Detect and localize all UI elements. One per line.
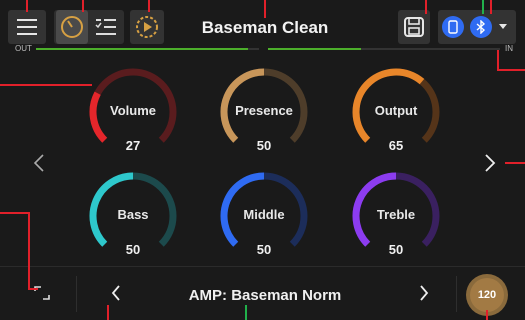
knob-value: 50 [125,242,141,257]
page-next-icon[interactable] [484,153,496,173]
knob-label: Volume [110,103,156,118]
annotation-marker [28,288,38,290]
annotation-marker [497,69,525,71]
amp-prev-icon[interactable] [111,284,121,302]
knob-value: 65 [388,138,404,153]
amp-next-icon[interactable] [419,284,429,302]
knob-bass[interactable]: Bass 50 [88,171,178,261]
bluetooth-icon [476,20,486,34]
knob-value: 50 [388,242,404,257]
annotation-marker [505,162,525,164]
menu-button[interactable] [8,10,46,44]
phone-icon [448,20,458,34]
annotation-marker [245,305,247,320]
meter-in-fill [268,48,361,50]
annotation-marker [425,0,427,14]
save-button[interactable] [398,10,430,44]
annotation-marker [107,305,109,320]
amp-view-button[interactable] [56,10,88,44]
annotation-marker [148,0,150,12]
play-circle-icon [136,16,158,38]
knob-value: 50 [256,242,272,257]
page-prev-icon[interactable] [33,153,45,173]
knob-label: Presence [235,103,293,118]
knob-label: Treble [376,207,416,222]
meter-out-label: OUT [15,44,32,53]
knob-label: Middle [243,207,285,222]
knob-output[interactable]: Output 65 [351,67,441,157]
annotation-marker [28,212,30,290]
annotation-marker [486,310,488,320]
list-edit-icon [95,19,116,35]
annotation-marker [490,0,492,14]
save-icon [404,17,424,37]
bottom-divider [76,276,77,312]
annotation-marker [264,0,266,18]
knob-label: Bass [117,207,149,222]
menu-icon [17,19,37,35]
gauge-icon [61,16,83,38]
bottom-separator [0,266,525,267]
knob-middle[interactable]: Middle 50 [219,171,309,261]
knob-value: 50 [256,138,272,153]
connection-dropdown[interactable] [494,10,512,44]
preset-list-button[interactable] [90,10,122,44]
annotation-marker [82,0,84,12]
bluetooth-button[interactable] [470,16,492,38]
annotation-marker [497,50,499,71]
bottom-divider [456,276,457,312]
annotation-marker [26,0,28,12]
preset-title[interactable]: Baseman Clean [180,18,350,38]
playback-button[interactable] [130,10,164,44]
caret-down-icon [499,24,507,29]
tempo-value: 120 [470,278,504,312]
amp-editor-screen: Baseman Clean OUT IN Volume 27 Presence … [0,0,525,320]
annotation-marker [0,212,30,214]
annotation-marker [0,84,92,86]
meter-in-label: IN [505,44,513,53]
phone-connection-button[interactable] [442,16,464,38]
knob-volume[interactable]: Volume 27 [88,67,178,157]
meter-out-fill [36,48,248,50]
annotation-marker [482,0,484,14]
knob-treble[interactable]: Treble 50 [351,171,441,261]
knob-label: Output [374,103,418,118]
knob-presence[interactable]: Presence 50 [219,67,309,157]
amp-model-label[interactable]: AMP: Baseman Norm [140,287,390,304]
knob-value: 27 [125,138,141,153]
